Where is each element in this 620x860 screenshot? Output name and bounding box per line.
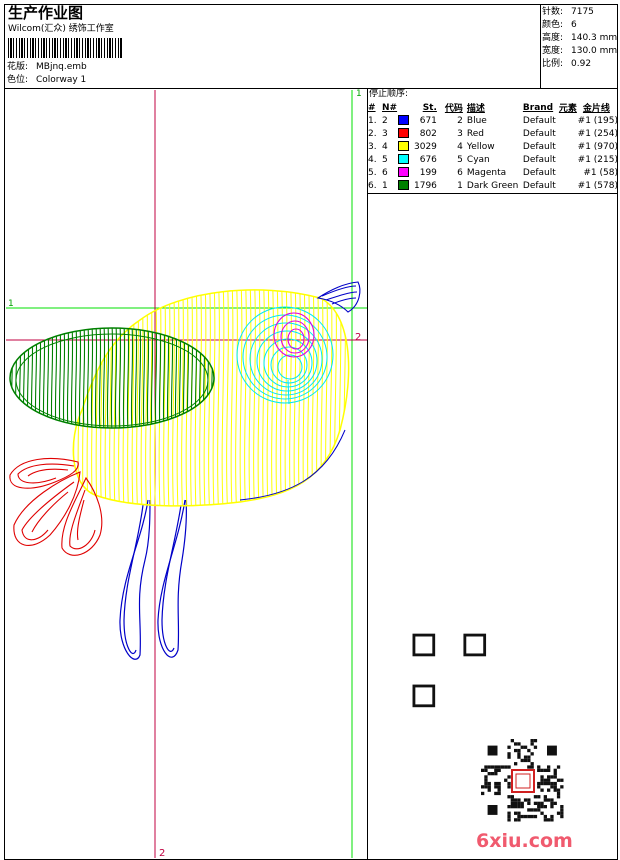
- magenta-pupil: [273, 312, 315, 358]
- guide-label-green-vertical: 1: [356, 89, 362, 99]
- guide-label-red-horizontal: 2: [355, 332, 361, 343]
- blue-body-underline: [239, 429, 346, 501]
- guide-label-green-horizontal: 1: [8, 299, 14, 309]
- green-wing: [10, 328, 214, 428]
- embroidery-canvas: 1 1 2 2: [6, 89, 367, 859]
- red-tail: [9, 457, 103, 556]
- guide-label-red-vertical: 2: [159, 848, 165, 859]
- blue-legs: [119, 499, 187, 660]
